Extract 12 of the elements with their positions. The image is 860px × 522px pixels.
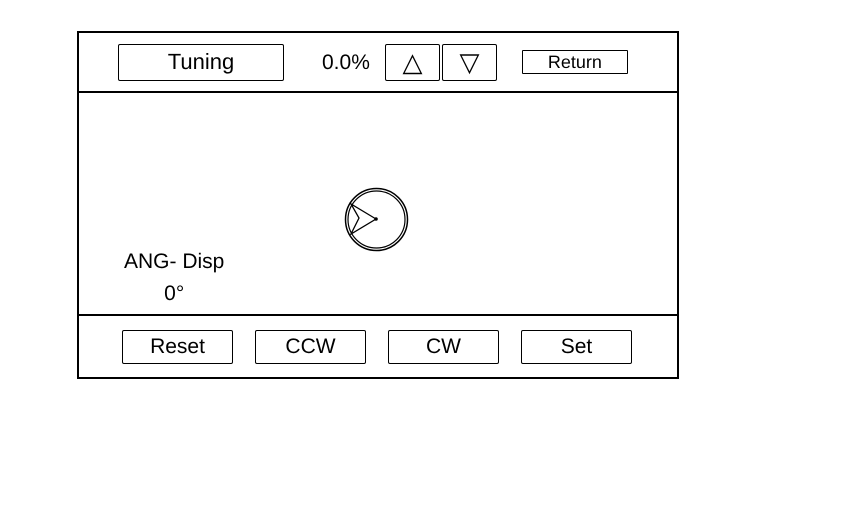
- up-button[interactable]: △: [384, 44, 440, 80]
- return-button[interactable]: Return: [522, 50, 628, 74]
- control-button[interactable]: Reset: [122, 330, 233, 364]
- angle-value: 0°: [164, 281, 184, 307]
- dial-icon: [344, 187, 409, 252]
- control-button[interactable]: CW: [388, 330, 499, 364]
- control-button[interactable]: Set: [521, 330, 632, 364]
- control-button[interactable]: CCW: [255, 330, 366, 364]
- mode-button[interactable]: Tuning: [118, 44, 284, 80]
- down-button[interactable]: ▽: [442, 44, 497, 80]
- display-label: ANG- Disp: [124, 249, 224, 275]
- percentage-readout: 0.0%: [322, 52, 370, 72]
